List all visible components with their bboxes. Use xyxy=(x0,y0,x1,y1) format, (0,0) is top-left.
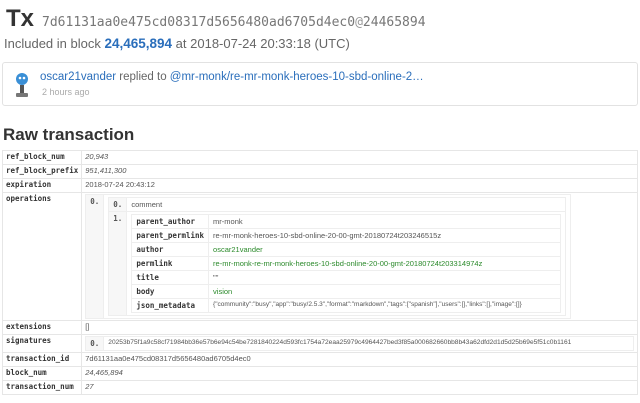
field-key: signatures xyxy=(1,334,83,353)
permlink-value: re-mr-monk-re-mr-monk-heroes-10-sbd-onli… xyxy=(208,256,562,271)
body-value: vision xyxy=(208,284,562,299)
raw-transaction-heading: Raw transaction xyxy=(3,125,135,144)
block-link[interactable]: 24,465,894 xyxy=(104,36,172,51)
title-value: "" xyxy=(208,270,562,285)
operation-entry: 0. comment 1. parent_author mr-monk paren… xyxy=(108,197,567,316)
tx-block-number: 24465894 xyxy=(362,15,426,30)
field-key: author xyxy=(131,242,210,257)
sig-index: 0. xyxy=(85,336,105,351)
activity-card: oscar21vander replied to @mr-monk/re-mr-… xyxy=(2,62,638,106)
op-inner-index: 0. xyxy=(108,197,128,212)
op-inner-index: 1. xyxy=(108,211,128,316)
field-key: title xyxy=(131,270,210,285)
included-in-block: Included in block 24,465,894 at 2018-07-… xyxy=(4,36,350,51)
parent-author-value: mr-monk xyxy=(208,214,562,229)
table-row: expiration 2018-07-24 20:43:12 xyxy=(1,178,638,193)
field-key: transaction_num xyxy=(1,380,83,395)
at-sign: @ xyxy=(355,15,363,30)
field-key: transaction_id xyxy=(1,352,83,367)
table-row: transaction_num 27 xyxy=(1,380,638,395)
table-row: block_num 24,465,894 xyxy=(1,366,638,381)
activity-verb: replied to xyxy=(119,71,167,83)
tx-hash: 7d61131aa0e475cd08317d5656480ad6705d4ec0 xyxy=(42,15,356,30)
activity-line: oscar21vander replied to @mr-monk/re-mr-… xyxy=(40,71,424,83)
included-suffix: at 2018-07-24 20:33:18 (UTC) xyxy=(175,36,350,51)
included-prefix: Included in block xyxy=(4,36,101,51)
field-key: ref_block_prefix xyxy=(1,164,83,179)
table-row: operations 0. 0. comment 1. parent_autho… xyxy=(1,192,638,321)
field-key: json_metadata xyxy=(131,298,210,313)
field-key: body xyxy=(131,284,210,299)
op-fields: parent_author mr-monk parent_permlink re-m… xyxy=(131,214,562,313)
field-key: ref_block_num xyxy=(1,150,83,165)
field-key: parent_permlink xyxy=(131,228,210,243)
table-row: extensions [] xyxy=(1,320,638,335)
activity-time: 2 hours ago xyxy=(42,87,90,97)
table-row: ref_block_prefix 951,411,300 xyxy=(1,164,638,179)
field-key: operations xyxy=(1,192,83,321)
expiration-value: 2018-07-24 20:43:12 xyxy=(81,178,638,193)
avatar[interactable] xyxy=(11,69,33,101)
block-num-value: 24,465,894 xyxy=(85,368,123,377)
tx-header: Tx 7d61131aa0e475cd08317d5656480ad6705d4… xyxy=(6,5,426,35)
table-row: ref_block_num 20,943 xyxy=(1,150,638,165)
extensions-value: [] xyxy=(81,320,638,335)
transaction-id-value: 7d61131aa0e475cd08317d5656480ad6705d4ec0 xyxy=(81,352,638,367)
field-key: parent_author xyxy=(131,214,210,229)
raw-transaction-table: ref_block_num 20,943 ref_block_prefix 95… xyxy=(1,150,638,395)
operations-box: 0. 0. comment 1. parent_author mr-monk p… xyxy=(85,194,572,319)
json-metadata-value: {"community":"busy","app":"busy/2.5.3","… xyxy=(208,298,562,313)
target-link[interactable]: @mr-monk/re-mr-monk-heroes-10-sbd-online… xyxy=(170,71,424,83)
author-link[interactable]: oscar21vander xyxy=(40,71,116,83)
op-type: comment xyxy=(126,197,567,212)
signature-value: 20253b75f1a9c58cf71984bb36e57b6e94c54be7… xyxy=(103,336,634,351)
table-row: transaction_id 7d61131aa0e475cd08317d565… xyxy=(1,352,638,367)
field-key: permlink xyxy=(131,256,210,271)
tx-label: Tx xyxy=(6,5,35,32)
signatures-list: 0. 20253b75f1a9c58cf71984bb36e57b6e94c54… xyxy=(85,336,634,351)
parent-permlink-value: re-mr-monk-heroes-10-sbd-online-20-00-gm… xyxy=(208,228,562,243)
author-value: oscar21vander xyxy=(208,242,562,257)
operations-list: 0. 0. comment 1. parent_author mr-monk p… xyxy=(85,194,572,319)
field-key: block_num xyxy=(1,366,83,381)
op-index: 0. xyxy=(85,194,105,319)
ref-block-num-value: 20,943 xyxy=(85,152,109,161)
field-key: expiration xyxy=(1,178,83,193)
table-row: signatures 0. 20253b75f1a9c58cf71984bb36… xyxy=(1,334,638,353)
ref-block-prefix-value: 951,411,300 xyxy=(85,166,127,175)
transaction-num-value: 27 xyxy=(85,382,94,391)
field-key: extensions xyxy=(1,320,83,335)
